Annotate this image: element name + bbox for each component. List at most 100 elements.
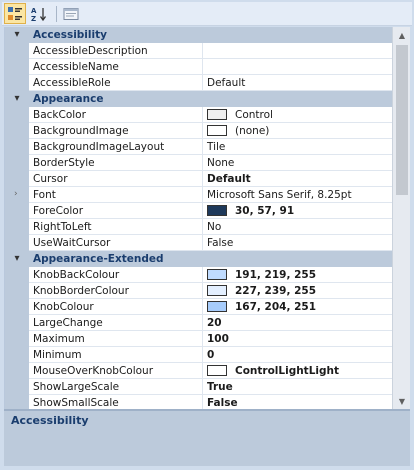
row-gutter (5, 171, 29, 187)
property-name: Maximum (29, 331, 203, 347)
scroll-up-arrow-icon[interactable]: ▲ (393, 27, 411, 43)
row-gutter (5, 59, 29, 75)
color-swatch (207, 205, 227, 216)
description-pane: Accessibility (4, 409, 410, 466)
collapse-chevron-icon[interactable]: ▾ (11, 29, 23, 41)
property-value-text: Tile (207, 140, 226, 153)
property-row[interactable]: LargeChange 20 (5, 315, 392, 331)
property-pages-button[interactable] (60, 3, 82, 24)
property-value[interactable]: No (203, 219, 392, 235)
property-row[interactable]: Minimum 0 (5, 347, 392, 363)
category-row[interactable]: ▾ Appearance (5, 91, 392, 107)
property-name: Font (29, 187, 203, 203)
property-row[interactable]: MouseOverKnobColour ControlLightLight (5, 363, 392, 379)
property-name: KnobColour (29, 299, 203, 315)
property-value[interactable]: Tile (203, 139, 392, 155)
property-value[interactable]: Microsoft Sans Serif, 8.25pt (203, 187, 392, 203)
alphabetical-button[interactable]: A Z (28, 3, 50, 24)
property-name: Minimum (29, 347, 203, 363)
property-name: UseWaitCursor (29, 235, 203, 251)
property-value-text: No (207, 220, 222, 233)
property-value[interactable]: Default (203, 171, 392, 187)
property-value[interactable]: False (203, 235, 392, 251)
property-value[interactable]: 100 (203, 331, 392, 347)
property-value[interactable] (203, 59, 392, 75)
property-value[interactable]: 0 (203, 347, 392, 363)
category-row[interactable]: ▾ Appearance-Extended (5, 251, 392, 267)
property-value-text: Microsoft Sans Serif, 8.25pt (207, 188, 352, 201)
property-value-text: False (207, 396, 238, 409)
property-row[interactable]: KnobBackColour 191, 219, 255 (5, 267, 392, 283)
property-row[interactable]: Maximum 100 (5, 331, 392, 347)
color-swatch (207, 365, 227, 376)
property-row[interactable]: KnobBorderColour 227, 239, 255 (5, 283, 392, 299)
property-name: AccessibleRole (29, 75, 203, 91)
svg-text:A: A (31, 7, 37, 15)
property-row[interactable]: Cursor Default (5, 171, 392, 187)
property-name: BackgroundImageLayout (29, 139, 203, 155)
row-gutter (5, 123, 29, 139)
property-grid-window: A Z ▾ Accessibility AccessibleDescription A… (0, 0, 414, 470)
scrollbar-thumb[interactable] (396, 45, 408, 195)
property-name: BorderStyle (29, 155, 203, 171)
property-row[interactable]: UseWaitCursor False (5, 235, 392, 251)
property-value[interactable]: None (203, 155, 392, 171)
row-gutter (5, 347, 29, 363)
property-row[interactable]: AccessibleName (5, 59, 392, 75)
category-label: Appearance-Extended (33, 253, 164, 265)
vertical-scrollbar[interactable]: ▲ ▼ (392, 27, 410, 409)
property-value[interactable]: False (203, 395, 392, 409)
property-row[interactable]: BackgroundImage (none) (5, 123, 392, 139)
property-row[interactable]: AccessibleDescription (5, 43, 392, 59)
row-gutter: › (5, 187, 29, 203)
property-pages-icon (63, 7, 79, 20)
property-row[interactable]: ShowLargeScale True (5, 379, 392, 395)
property-row[interactable]: ForeColor 30, 57, 91 (5, 203, 392, 219)
property-value[interactable]: 167, 204, 251 (203, 299, 392, 315)
property-value[interactable]: 30, 57, 91 (203, 203, 392, 219)
collapse-chevron-icon[interactable]: ▾ (11, 93, 23, 105)
property-value[interactable]: (none) (203, 123, 392, 139)
property-value[interactable]: True (203, 379, 392, 395)
category-row[interactable]: ▾ Accessibility (5, 27, 392, 43)
property-name: KnobBorderColour (29, 283, 203, 299)
row-gutter (5, 267, 29, 283)
property-row[interactable]: BackgroundImageLayout Tile (5, 139, 392, 155)
color-swatch (207, 301, 227, 312)
property-value-text: (none) (235, 124, 270, 137)
property-value[interactable]: ControlLightLight (203, 363, 392, 379)
property-grid-toolbar: A Z (2, 2, 412, 26)
property-name: BackgroundImage (29, 123, 203, 139)
category-label: Accessibility (33, 29, 107, 41)
row-gutter (5, 219, 29, 235)
property-row[interactable]: RightToLeft No (5, 219, 392, 235)
sort-az-icon: A Z (31, 7, 47, 22)
row-gutter (5, 331, 29, 347)
collapse-chevron-icon[interactable]: ▾ (11, 253, 23, 265)
color-swatch (207, 269, 227, 280)
property-value[interactable]: 227, 239, 255 (203, 283, 392, 299)
property-value-text: 20 (207, 316, 222, 329)
property-row[interactable]: KnobColour 167, 204, 251 (5, 299, 392, 315)
scroll-down-arrow-icon[interactable]: ▼ (393, 393, 411, 409)
property-value[interactable] (203, 43, 392, 59)
property-name: ShowSmallScale (29, 395, 203, 409)
property-row[interactable]: BorderStyle None (5, 155, 392, 171)
property-value[interactable]: 20 (203, 315, 392, 331)
property-grid: ▾ Accessibility AccessibleDescription Acces… (4, 27, 392, 409)
property-row[interactable]: ShowSmallScale False (5, 395, 392, 409)
property-name: AccessibleDescription (29, 43, 203, 59)
categorized-icon (8, 6, 22, 20)
property-row[interactable]: AccessibleRole Default (5, 75, 392, 91)
property-row[interactable]: › Font Microsoft Sans Serif, 8.25pt (5, 187, 392, 203)
expand-chevron-icon[interactable]: › (14, 189, 18, 199)
row-gutter (5, 299, 29, 315)
category-label: Appearance (33, 93, 104, 105)
description-title: Accessibility (11, 414, 89, 427)
row-gutter (5, 203, 29, 219)
categorized-button[interactable] (4, 3, 26, 24)
property-value[interactable]: Default (203, 75, 392, 91)
property-row[interactable]: BackColor Control (5, 107, 392, 123)
property-value[interactable]: 191, 219, 255 (203, 267, 392, 283)
property-value[interactable]: Control (203, 107, 392, 123)
